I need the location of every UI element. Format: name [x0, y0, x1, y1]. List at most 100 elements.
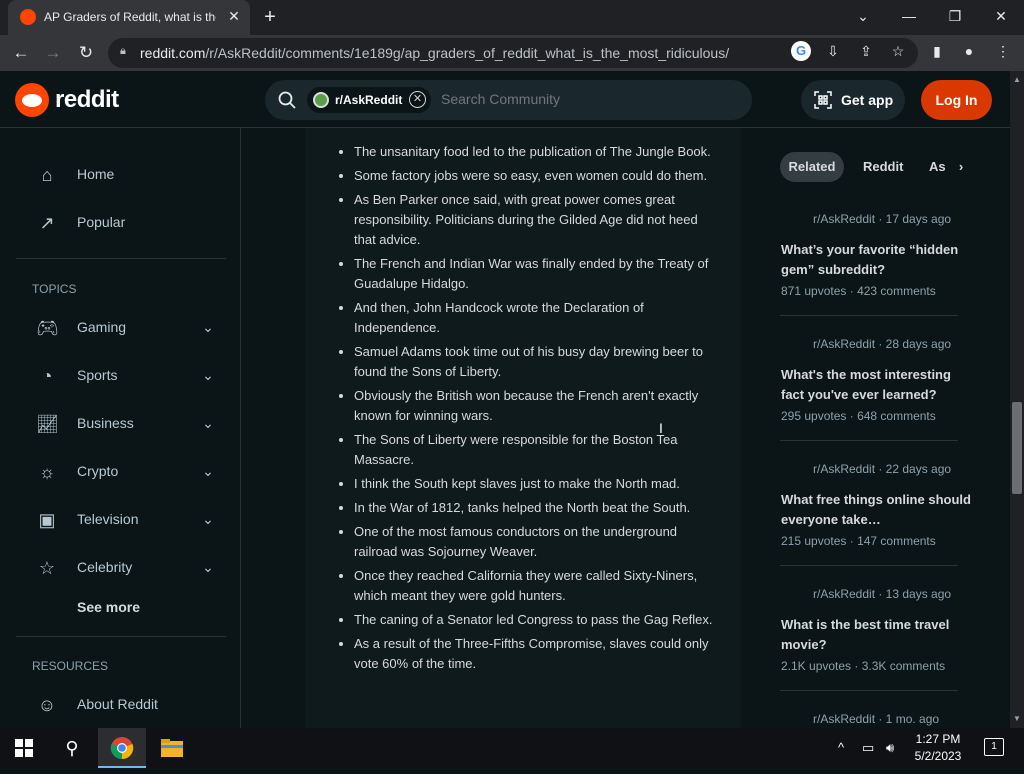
new-tab-button[interactable]: + — [258, 5, 282, 29]
login-button[interactable]: Log In — [921, 80, 992, 120]
file-explorer-icon[interactable] — [148, 728, 196, 768]
tab-related[interactable]: Related — [780, 152, 844, 182]
chevron-down-icon[interactable]: ⌄ — [198, 461, 218, 481]
notifications-icon[interactable]: 1 — [984, 738, 1004, 756]
chevron-down-icon[interactable]: ⌄ — [198, 509, 218, 529]
nav-item-popular[interactable]: ↗ Popular — [16, 201, 226, 245]
list-item: The Sons of Liberty were responsible for… — [354, 430, 723, 470]
related-post[interactable]: r/AskReddit · 22 days ago What free thin… — [780, 462, 971, 562]
nav-item-crypto[interactable]: ☼ Crypto ⌄ — [16, 450, 226, 494]
celebrity-icon: ☆ — [38, 558, 56, 578]
google-lens-icon[interactable]: G — [791, 41, 811, 61]
related-post-title[interactable]: What is the best time travel movie? — [781, 615, 971, 655]
related-post-title[interactable]: What’s your favorite “hidden gem” subred… — [781, 240, 971, 280]
reddit-logo-icon[interactable] — [15, 83, 49, 117]
tab-reddit[interactable]: Reddit — [863, 152, 903, 182]
crypto-icon: ☼ — [38, 462, 56, 482]
volume-icon[interactable]: 🔊︎ — [886, 740, 894, 756]
related-post-title[interactable]: What free things online should everyone … — [781, 490, 971, 530]
get-app-button[interactable]: Get app — [801, 80, 905, 120]
tab-close-icon[interactable]: ✕ — [224, 6, 244, 26]
related-post[interactable]: r/AskReddit · 17 days ago What’s your fa… — [780, 212, 958, 312]
related-post-stats: 215 upvotes · 147 comments — [781, 534, 936, 548]
nav-item-about-reddit[interactable]: ☺ About Reddit — [16, 683, 226, 727]
chevron-down-icon[interactable]: ⌄ — [198, 317, 218, 337]
system-clock[interactable]: 1:27 PM 5/2/2023 — [906, 731, 970, 765]
browser-tab-strip: AP Graders of Reddit, what is the ✕ + ⌄ … — [0, 0, 1024, 35]
scroll-up-arrow-icon[interactable]: ▲ — [1010, 73, 1024, 87]
restore-button[interactable]: ❐ — [941, 4, 969, 28]
popular-icon: ↗ — [39, 213, 55, 233]
browser-tab[interactable]: AP Graders of Reddit, what is the ✕ — [8, 0, 250, 35]
browser-menu-icon[interactable]: ⋮ — [992, 40, 1014, 62]
list-item: The unsanitary food led to the publicati… — [354, 142, 723, 162]
chrome-taskbar-icon[interactable] — [98, 728, 146, 768]
network-icon[interactable]: ▭ — [862, 740, 874, 756]
show-hidden-icons-icon[interactable]: ^ — [838, 740, 844, 755]
search-bar[interactable]: r/AskReddit ✕ — [265, 80, 752, 120]
taskbar-search-icon[interactable]: ⚲ — [48, 728, 96, 768]
nav-item-business[interactable]: 📈︎ Business ⌄ — [16, 402, 226, 446]
resources-heading: RESOURCES — [32, 659, 109, 673]
bookmark-star-icon[interactable]: ☆ — [887, 40, 909, 62]
television-icon: ▣ — [38, 510, 56, 530]
upvote-count: 2.1K upvotes — [781, 659, 852, 673]
clear-community-icon[interactable]: ✕ — [409, 91, 426, 108]
chevron-down-icon[interactable]: ⌄ — [198, 365, 218, 385]
upvote-count: 295 upvotes — [781, 409, 847, 423]
community-chip-label: r/AskReddit — [335, 93, 403, 107]
close-window-button[interactable]: ✕ — [987, 4, 1015, 28]
side-panel-icon[interactable]: ▮ — [926, 40, 948, 62]
page-scrollbar[interactable]: ▲ ▼ — [1010, 71, 1024, 728]
post-bullet-list: The unsanitary food led to the publicati… — [338, 142, 723, 678]
url-text[interactable]: reddit.com/r/AskReddit/comments/1e189g/a… — [140, 45, 729, 61]
list-item: As Ben Parker once said, with great powe… — [354, 190, 723, 250]
subreddit-avatar — [313, 92, 329, 108]
chevron-down-icon[interactable]: ⌄ — [198, 557, 218, 577]
comment-count: 3.3K comments — [861, 659, 946, 673]
clock-time: 1:27 PM — [915, 732, 961, 746]
forward-icon[interactable]: → — [40, 40, 66, 66]
comment-count: 147 comments — [857, 534, 936, 548]
related-post[interactable]: r/AskReddit · 13 days ago What is the be… — [780, 587, 958, 687]
list-item: In the War of 1812, tanks helped the Nor… — [354, 498, 723, 518]
share-icon[interactable]: ⇪ — [855, 40, 877, 62]
tab-search-icon[interactable]: ⌄ — [849, 4, 877, 28]
nav-item-gaming[interactable]: 🎮︎ Gaming ⌄ — [16, 306, 226, 350]
see-more-button[interactable]: See more — [77, 599, 140, 615]
tab-askreddit[interactable]: As — [929, 152, 949, 182]
related-post-stats: 295 upvotes · 648 comments — [781, 409, 936, 423]
nav-item-label: Crypto — [77, 463, 119, 479]
nav-item-home[interactable]: ⌂ Home — [16, 153, 226, 197]
divider — [780, 440, 958, 441]
qr-code-icon — [813, 90, 833, 110]
divider — [780, 565, 958, 566]
comment-count: 423 comments — [857, 284, 936, 298]
scroll-down-arrow-icon[interactable]: ▼ — [1010, 712, 1024, 726]
chevron-right-icon[interactable]: › — [954, 152, 968, 182]
back-icon[interactable]: ← — [8, 40, 34, 66]
nav-item-celebrity[interactable]: ☆ Celebrity ⌄ — [16, 546, 226, 590]
lock-icon[interactable]: 🔒︎ — [120, 45, 130, 59]
related-post[interactable]: r/AskReddit · 1 mo. ago — [780, 712, 958, 728]
search-input[interactable] — [441, 91, 721, 107]
list-item: And then, John Handcock wrote the Declar… — [354, 298, 723, 338]
nav-item-television[interactable]: ▣ Television ⌄ — [16, 498, 226, 542]
minimize-button[interactable]: — — [895, 4, 923, 28]
nav-item-label: Celebrity — [77, 559, 133, 575]
reddit-wordmark[interactable]: reddit — [55, 86, 119, 114]
nav-item-label: Gaming — [77, 319, 127, 335]
chevron-down-icon[interactable]: ⌄ — [198, 413, 218, 433]
install-app-icon[interactable]: ⇩ — [822, 40, 844, 62]
related-post-meta: r/AskReddit · 13 days ago — [813, 587, 952, 601]
related-post-title[interactable]: What's the most interesting fact you've … — [781, 365, 971, 405]
related-post-meta: r/AskReddit · 28 days ago — [813, 337, 952, 351]
list-item: As a result of the Three-Fifths Compromi… — [354, 634, 723, 674]
related-post[interactable]: r/AskReddit · 28 days ago What's the mos… — [780, 337, 958, 437]
windows-start-icon[interactable] — [0, 728, 48, 768]
profile-icon[interactable]: ● — [958, 40, 980, 62]
reload-icon[interactable]: ↻ — [73, 40, 99, 66]
community-chip[interactable]: r/AskReddit ✕ — [307, 87, 431, 113]
nav-item-sports[interactable]: ◔ Sports ⌄ — [16, 354, 226, 398]
scrollbar-thumb[interactable] — [1012, 402, 1022, 494]
